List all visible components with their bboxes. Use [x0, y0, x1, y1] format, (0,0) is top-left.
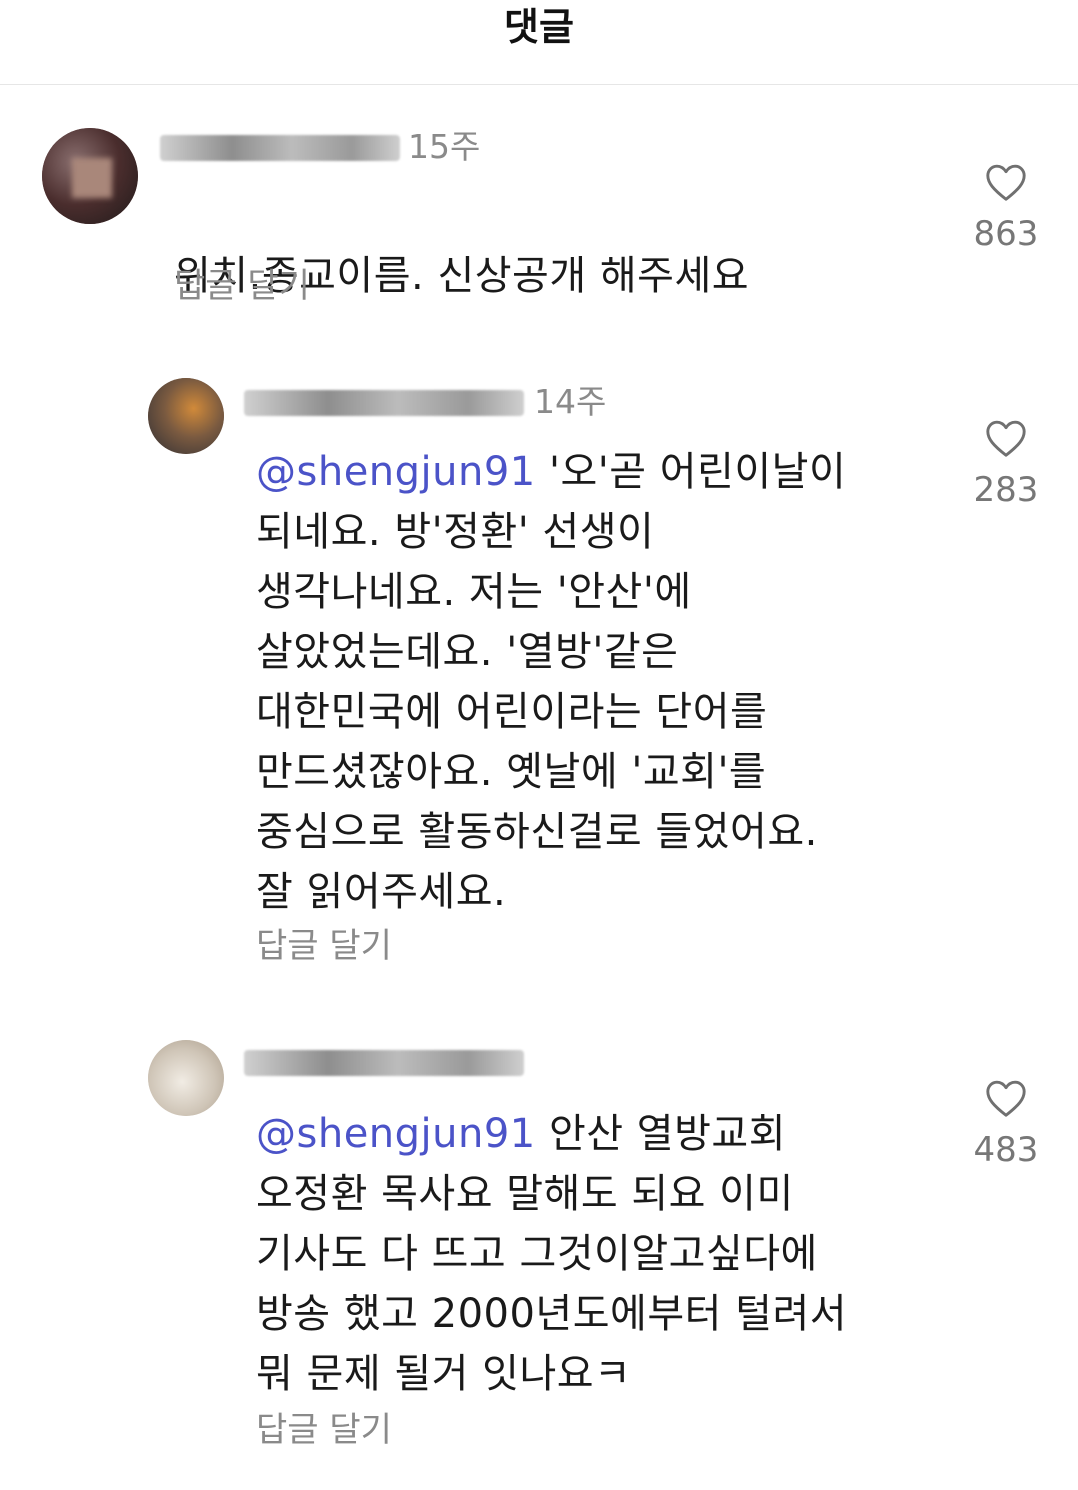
- comment-text-line: 되네요. 방'정환' 선생이: [256, 509, 655, 555]
- reply-button[interactable]: 답글 달기: [174, 266, 310, 306]
- comment-time: 15주: [408, 127, 481, 166]
- username-redacted[interactable]: [244, 1050, 524, 1076]
- like-column: 863: [956, 162, 1056, 254]
- like-count: 283: [973, 470, 1039, 510]
- comment-text: @shengjun91 '오'곧 어린이날이 되네요. 방'정환' 선생이 생각…: [256, 442, 936, 922]
- comment-text-line: 오정환 목사요 말해도 되요 이미: [256, 1171, 794, 1217]
- heart-outline-icon[interactable]: [984, 1078, 1028, 1118]
- comment-time: 14주: [534, 382, 607, 421]
- comment-text-line: @shengjun91 '오'곧 어린이날이: [256, 449, 847, 495]
- comment-text-line: 기사도 다 뜨고 그것이알고싶다에: [256, 1231, 818, 1277]
- comment-text-line: @shengjun91 안산 열방교회: [256, 1111, 786, 1157]
- avatar[interactable]: [148, 378, 224, 454]
- reply-button[interactable]: 답글 달기: [256, 1410, 392, 1450]
- mention-link[interactable]: @shengjun91: [256, 1111, 536, 1157]
- avatar[interactable]: [148, 1040, 224, 1116]
- like-count: 863: [973, 214, 1039, 254]
- comment-text-line: 생각나네요. 저는 '안산'에: [256, 569, 692, 615]
- comment-text-line: 방송 했고 2000년도에부터 털려서: [256, 1291, 848, 1337]
- comment-text-line: 뭐 문제 될거 잇나요ㅋ: [256, 1351, 632, 1397]
- comment-text-line: 대한민국에 어린이라는 단어를: [256, 689, 768, 735]
- username-redacted[interactable]: [160, 135, 400, 161]
- username-row: 15주: [160, 127, 500, 167]
- username-row: [244, 1042, 544, 1082]
- username-redacted[interactable]: [244, 390, 524, 416]
- comment-text-line: 만드셨잖아요. 옛날에 '교회'를: [256, 749, 767, 795]
- mention-link[interactable]: @shengjun91: [256, 449, 536, 495]
- comments-header: 댓글: [0, 0, 1078, 85]
- like-column: 283: [956, 418, 1056, 510]
- heart-outline-icon[interactable]: [984, 418, 1028, 458]
- like-column: 483: [956, 1078, 1056, 1170]
- username-row: 14주: [244, 382, 624, 422]
- comment-text: @shengjun91 안산 열방교회 오정환 목사요 말해도 되요 이미 기사…: [256, 1104, 936, 1404]
- comment-text-line: 중심으로 활동하신걸로 들었어요.: [256, 809, 818, 855]
- comment-text-line: 잘 읽어주세요.: [256, 869, 507, 915]
- avatar[interactable]: [42, 128, 138, 224]
- heart-outline-icon[interactable]: [984, 162, 1028, 202]
- like-count: 483: [973, 1130, 1039, 1170]
- page-title: 댓글: [504, 5, 574, 49]
- comment-text-line: 살았었는데요. '열방'같은: [256, 629, 679, 675]
- reply-button[interactable]: 답글 달기: [256, 926, 392, 966]
